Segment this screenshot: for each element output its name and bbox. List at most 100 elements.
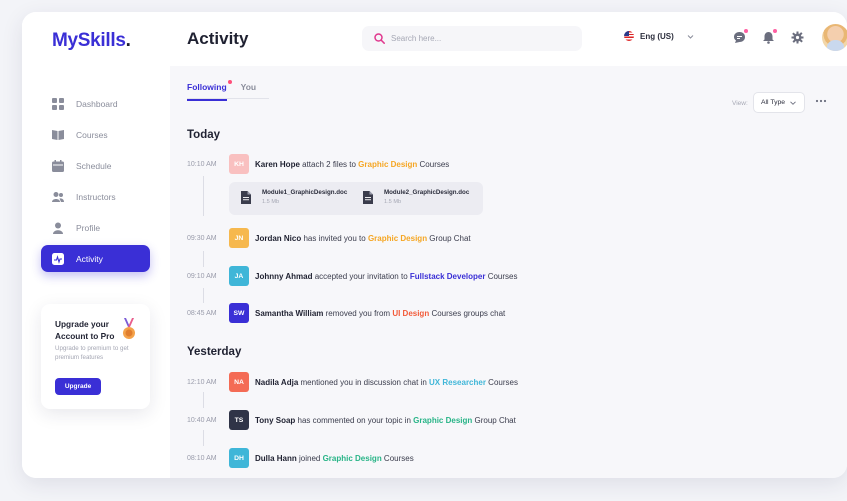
bell-icon: [763, 32, 774, 44]
sidebar-item-label: Instructors: [76, 191, 116, 202]
activity-item[interactable]: 08:45 AM SW Samantha William removed you…: [187, 302, 505, 324]
activity-course-link[interactable]: UI Design: [392, 309, 429, 318]
more-options-icon[interactable]: [815, 98, 827, 104]
medal-icon: [123, 318, 135, 339]
activity-action: removed you from: [323, 308, 393, 318]
sidebar-item-dashboard[interactable]: Dashboard: [41, 90, 150, 117]
dashboard-icon: [52, 97, 64, 110]
language-selector[interactable]: Eng (US): [624, 31, 694, 41]
sidebar-item-schedule[interactable]: Schedule: [41, 152, 150, 179]
user-icon: [53, 222, 63, 234]
language-label: Eng (US): [640, 31, 674, 41]
activity-user[interactable]: Karen Hope: [255, 160, 300, 169]
sidebar-item-profile[interactable]: Profile: [41, 214, 150, 241]
user-initials-badge: JA: [229, 266, 249, 286]
avatar[interactable]: [822, 24, 847, 51]
activity-suffix: Group Chat: [427, 233, 471, 243]
timeline-connector: [203, 288, 204, 303]
file-size: 1.5 Mb: [384, 199, 402, 205]
activity-suffix: Group Chat: [472, 415, 516, 425]
activity-suffix: Courses: [485, 271, 518, 281]
sidebar-item-courses[interactable]: Courses: [41, 121, 150, 148]
sidebar-item-activity[interactable]: Activity: [41, 245, 150, 272]
tabs: Following You: [187, 80, 256, 101]
activity-text: Nadila Adja mentioned you in discussion …: [255, 378, 518, 387]
activity-user[interactable]: Dulla Hann: [255, 454, 297, 463]
activity-item[interactable]: 08:10 AM DH Dulla Hann joined Graphic De…: [187, 447, 414, 469]
activity-user[interactable]: Nadila Adja: [255, 378, 298, 387]
search-input[interactable]: [391, 34, 561, 43]
file-name: Module1_GraphicDesign.doc: [262, 189, 348, 196]
settings-button[interactable]: [791, 31, 804, 44]
tab-notification-dot: [227, 80, 232, 84]
activity-course-link[interactable]: Fullstack Developer: [410, 272, 486, 281]
activity-suffix: Courses: [417, 159, 450, 169]
activity-course-link[interactable]: Graphic Design: [413, 416, 472, 425]
search-bar[interactable]: [362, 26, 582, 51]
activity-time: 09:10 AM: [187, 272, 217, 280]
view-type-select[interactable]: All Type: [753, 92, 805, 113]
user-initials-badge: JN: [229, 228, 249, 248]
activity-item[interactable]: 10:40 AM TS Tony Soap has commented on y…: [187, 409, 516, 431]
user-initials-badge: TS: [229, 410, 249, 430]
tab-following[interactable]: Following: [187, 80, 232, 101]
notification-dot: [773, 29, 777, 33]
activity-time: 10:10 AM: [187, 160, 217, 168]
upgrade-subtitle: Upgrade to premium to get premium featur…: [55, 345, 129, 361]
activity-text: Karen Hope attach 2 files to Graphic Des…: [255, 160, 449, 169]
tab-label: Following: [187, 82, 227, 92]
activity-action: attach 2 files to: [299, 159, 359, 169]
activity-suffix: Courses: [381, 453, 414, 463]
activity-course-link[interactable]: UX Researcher: [429, 378, 486, 387]
logo[interactable]: MySkills.: [52, 30, 131, 52]
notifications-button[interactable]: [762, 29, 777, 44]
file-name: Module2_GraphicDesign.doc: [384, 189, 470, 196]
logo-brand: MySkills: [52, 30, 126, 51]
activity-icon: [52, 252, 64, 265]
sidebar: MySkills. Dashboard Courses Schedule Ins…: [22, 12, 170, 478]
upgrade-button[interactable]: Upgrade: [55, 378, 101, 395]
document-icon: [241, 190, 251, 204]
chevron-down-icon: [687, 34, 694, 39]
activity-text: Dulla Hann joined Graphic Design Courses: [255, 454, 414, 463]
activity-item[interactable]: 10:10 AM KH Karen Hope attach 2 files to…: [187, 153, 449, 175]
activity-time: 08:45 AM: [187, 309, 217, 317]
file-attachment[interactable]: Module1_GraphicDesign.doc 1.5 Mb: [241, 189, 347, 205]
activity-user[interactable]: Johnny Ahmad: [255, 272, 312, 281]
notification-dot: [744, 29, 748, 33]
activity-item[interactable]: 12:10 AM NA Nadila Adja mentioned you in…: [187, 371, 518, 393]
book-icon: [52, 129, 64, 140]
activity-course-link[interactable]: Graphic Design: [323, 454, 382, 463]
page-title: Activity: [187, 29, 249, 48]
activity-item[interactable]: 09:10 AM JA Johnny Ahmad accepted your i…: [187, 265, 517, 287]
activity-action: joined: [296, 453, 323, 463]
tab-you[interactable]: You: [241, 82, 256, 101]
activity-course-link[interactable]: Graphic Design: [358, 160, 417, 169]
activity-action: accepted your invitation to: [312, 271, 410, 281]
search-icon: [374, 33, 385, 44]
user-initials-badge: KH: [229, 154, 249, 174]
activity-item[interactable]: 09:30 AM JN Jordan Nico has invited you …: [187, 227, 471, 249]
timeline-connector: [203, 176, 204, 216]
activity-action: mentioned you in discussion chat in: [298, 377, 430, 387]
logo-dot: .: [125, 30, 131, 51]
activity-suffix: Courses groups chat: [429, 308, 506, 318]
chat-button[interactable]: [733, 29, 748, 44]
activity-user[interactable]: Jordan Nico: [255, 234, 301, 243]
file-attachment[interactable]: Module2_GraphicDesign.doc 1.5 Mb: [363, 189, 469, 205]
activity-text: Samantha William removed you from UI Des…: [255, 309, 505, 318]
sidebar-item-instructors[interactable]: Instructors: [41, 183, 150, 210]
activity-user[interactable]: Samantha William: [255, 309, 323, 318]
document-icon: [363, 190, 373, 204]
activity-action: has invited you to: [301, 233, 368, 243]
upgrade-card: Upgrade your Account to Pro Upgrade to p…: [41, 304, 150, 409]
timeline-connector: [203, 430, 204, 446]
section-title-yesterday: Yesterday: [187, 346, 242, 358]
activity-time: 12:10 AM: [187, 378, 217, 386]
activity-text: Jordan Nico has invited you to Graphic D…: [255, 234, 471, 243]
users-icon: [52, 191, 64, 202]
activity-user[interactable]: Tony Soap: [255, 416, 295, 425]
activity-time: 08:10 AM: [187, 454, 217, 462]
activity-course-link[interactable]: Graphic Design: [368, 234, 427, 243]
sidebar-item-label: Courses: [76, 129, 108, 140]
